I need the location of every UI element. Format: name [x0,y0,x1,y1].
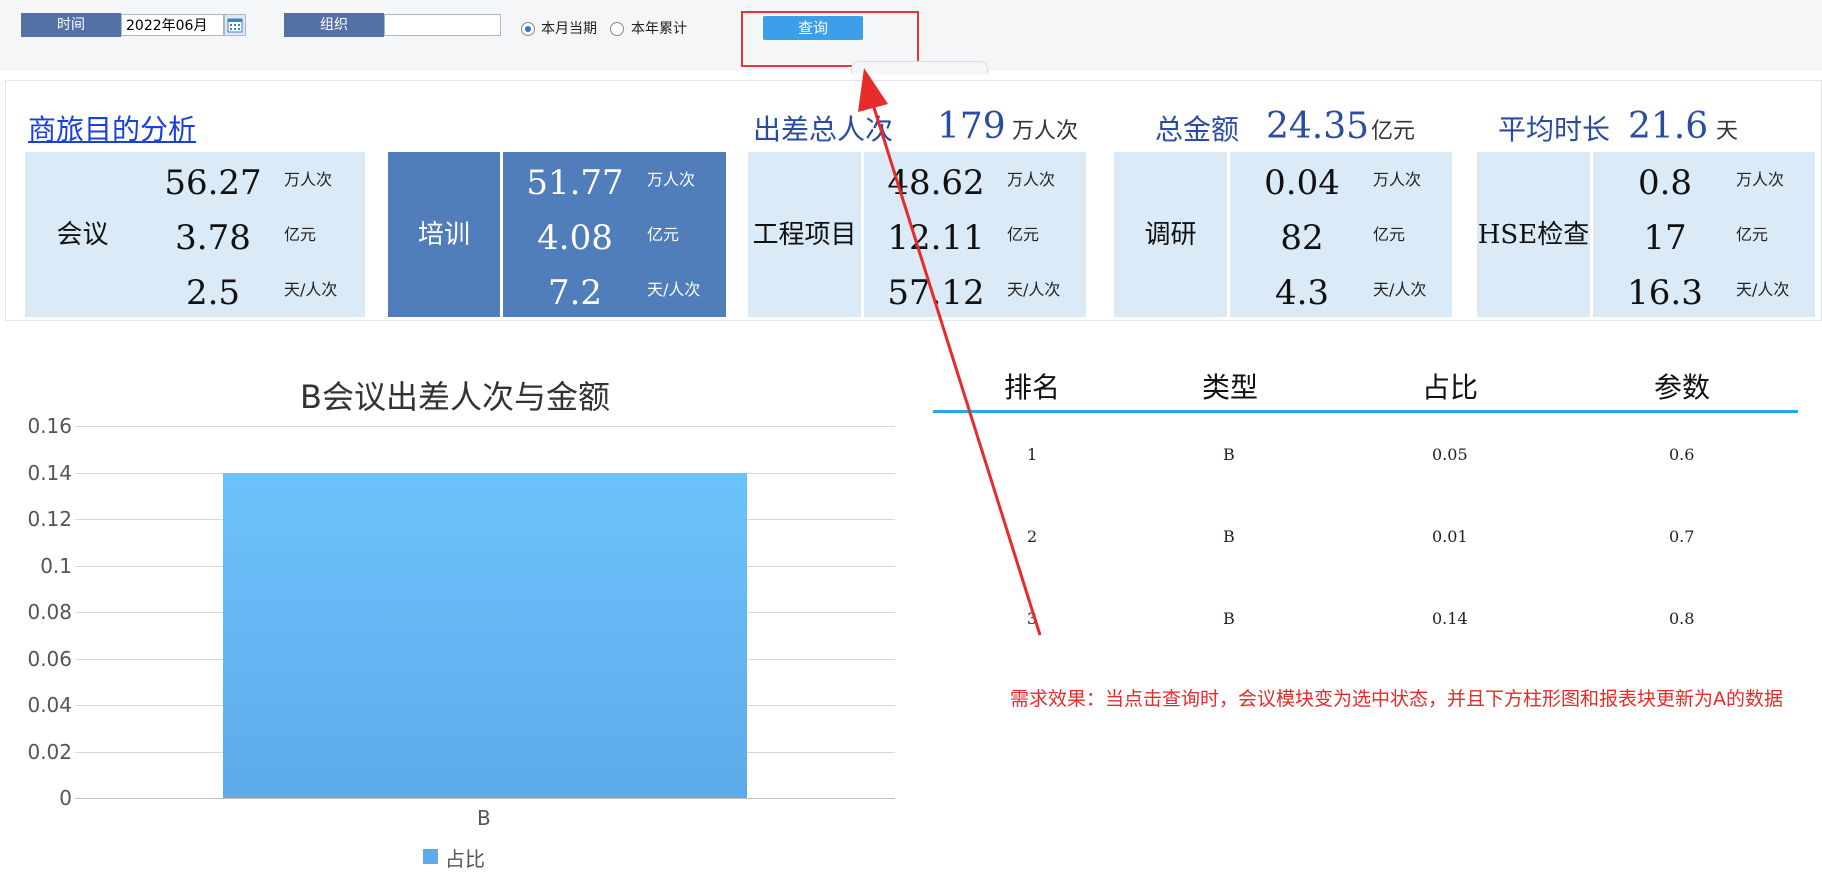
annotation-arrow [858,68,1042,636]
